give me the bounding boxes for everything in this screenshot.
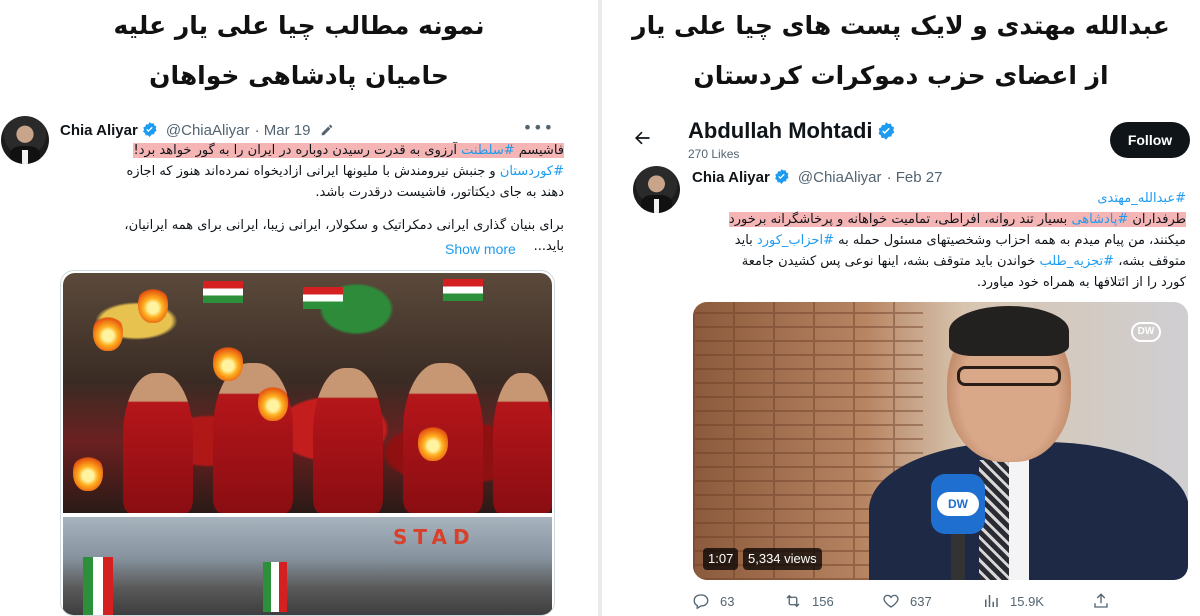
show-more-link[interactable]: Show more <box>445 241 516 257</box>
tweet-body: #عبدالله_مهتدی طرفداران #پادشاهی بسیار ت… <box>686 188 1186 293</box>
avatar[interactable] <box>633 166 680 213</box>
tweet-line-3: میکنند، من پیام میدم به همه احزاب وشخصیت… <box>686 230 1186 251</box>
highlighted-sentence: طرفداران #پادشاهی بسیار تند روانه، افراط… <box>728 212 1186 227</box>
tweet-line-3: دهند به جای دیکتاتور، فاشیست درقدرت باشد… <box>315 185 564 200</box>
left-tweet: Chia Aliyar @ChiaAliyar · Mar 19 ••• فاش… <box>0 110 598 616</box>
verified-badge-icon <box>142 122 157 137</box>
right-headline-line-2: از اعضای حزب دموکرات کردستان <box>693 61 1109 90</box>
hashtag-link[interactable]: #سلطنت <box>461 143 514 158</box>
reply-count: 63 <box>720 594 735 609</box>
retweet-icon <box>786 594 800 608</box>
hashtag-link[interactable]: #پادشاهی <box>1071 212 1128 227</box>
flag-shape <box>83 557 113 615</box>
share-action[interactable] <box>1092 592 1120 610</box>
tweet-line-1: فاشیسم #سلطنت آرزوی به قدرت رسیدن دوباره… <box>56 140 564 161</box>
tweet-text: باید <box>734 233 757 248</box>
tweet-line-4: برای بنیان گذاری ایرانی دمکراتیک و سکولا… <box>124 218 564 233</box>
hashtag-link[interactable]: #عبدالله_مهتدی <box>1097 191 1186 206</box>
torch-fire <box>73 453 103 491</box>
tweet-date[interactable]: · Feb 27 <box>887 169 943 186</box>
hashtag-link[interactable]: #تجزیه_طلب <box>1039 254 1114 269</box>
video-duration: 1:07 <box>703 548 739 570</box>
tweet-line-2: #کوردستان و جنبش نیرومندش با ملیونها ایر… <box>56 161 565 182</box>
share-icon <box>1094 593 1108 608</box>
tweet-text: طرفداران <box>1128 212 1186 227</box>
protest-photo[interactable] <box>63 273 552 513</box>
profile-name: Abdullah Mohtadi <box>688 118 899 144</box>
person-shape <box>313 368 383 513</box>
reply-icon <box>693 594 709 610</box>
left-headline-line-1: نمونه مطالب چیا علی یار علیه <box>113 11 485 40</box>
microphone-handle <box>951 532 965 580</box>
heart-icon <box>883 594 899 608</box>
tweet-text: میکنند، من پیام میدم به همه احزاب وشخصیت… <box>833 233 1186 248</box>
reply-action[interactable]: 63 <box>692 592 734 610</box>
left-headline-line-2: حامیان پادشاهی خواهان <box>149 61 449 90</box>
retweet-count: 156 <box>812 594 834 609</box>
retweet-action[interactable]: 156 <box>784 592 834 610</box>
flag-shape <box>303 287 343 309</box>
stadium-photo[interactable]: STAD <box>63 517 552 615</box>
tweet-action-bar: 63 156 637 15.9K <box>692 592 1188 616</box>
torch-fire <box>258 383 288 421</box>
tweet-text: فاشیسم <box>514 143 564 158</box>
like-action[interactable]: 637 <box>882 592 932 610</box>
hair-shape <box>949 306 1069 356</box>
verified-badge-icon <box>878 122 894 140</box>
views-action[interactable]: 15.9K <box>982 592 1044 610</box>
tweet-header: Chia Aliyar @ChiaAliyar · Feb 27 <box>692 167 942 186</box>
torch-fire <box>213 343 243 381</box>
author-handle[interactable]: @ChiaAliyar <box>166 122 250 139</box>
tweet-text: و جنبش نیرومندش با ملیونها ایرانی ازادیخ… <box>126 164 500 179</box>
right-headline: عبدالله مهتدی و لایک پست های چیا علی یار… <box>602 0 1200 101</box>
hashtag-link[interactable]: #احزاب_کورد <box>757 233 834 248</box>
video-player[interactable]: DW DW 1:07 5,334 views <box>693 302 1188 580</box>
stadium-sign: STAD <box>393 525 476 549</box>
torch-fire <box>138 285 168 323</box>
edit-pen-icon <box>321 124 332 136</box>
tweet-body: فاشیسم #سلطنت آرزوی به قدرت رسیدن دوباره… <box>56 140 564 257</box>
verified-badge-icon <box>774 169 789 184</box>
author-name[interactable]: Chia Aliyar <box>60 122 138 139</box>
back-arrow-icon[interactable] <box>632 128 652 154</box>
glasses-shape <box>957 366 1061 386</box>
follow-button[interactable]: Follow <box>1110 122 1190 158</box>
torch-fire <box>93 313 123 351</box>
analytics-icon <box>985 595 998 607</box>
author-name[interactable]: Chia Aliyar <box>692 169 770 186</box>
profile-name-text: Abdullah Mohtadi <box>688 118 873 143</box>
flag-shape <box>203 281 243 303</box>
tweet-line-1: #عبدالله_مهتدی <box>686 188 1186 209</box>
profile-likes-count: 270 Likes <box>688 147 740 161</box>
tweet-line-2: طرفداران #پادشاهی بسیار تند روانه، افراط… <box>686 209 1186 230</box>
person-shape <box>493 373 552 513</box>
tweet-header: Chia Aliyar @ChiaAliyar · Mar 19 <box>60 120 334 139</box>
tweet-line-5: کورد را از ائتلافها به همراه خود میاورد. <box>976 275 1186 290</box>
views-count: 15.9K <box>1010 594 1044 609</box>
torch-fire <box>418 423 448 461</box>
tweet-text: آرزوی به قدرت رسیدن دوباره در ایران را ب… <box>133 143 462 158</box>
author-handle[interactable]: @ChiaAliyar <box>798 169 882 186</box>
right-headline-line-1: عبدالله مهتدی و لایک پست های چیا علی یار <box>632 11 1170 40</box>
tweet-media[interactable]: STAD <box>60 270 555 616</box>
flag-shape <box>263 562 287 612</box>
hashtag-link[interactable]: #کوردستان <box>500 164 564 179</box>
tweet-text: بسیار تند روانه، افراطی، تمامیت خواهانه … <box>728 212 1072 227</box>
tweet-date[interactable]: · Mar 19 <box>255 122 311 139</box>
suit-shape <box>869 442 1188 580</box>
avatar[interactable] <box>1 116 49 164</box>
left-headline: نمونه مطالب چیا علی یار علیه حامیان پادش… <box>0 0 598 101</box>
person-shape <box>123 373 193 513</box>
right-panel: Abdullah Mohtadi 270 Likes Follow Chia A… <box>620 110 1200 616</box>
video-views: 5,334 views <box>743 548 822 570</box>
more-dots-icon[interactable]: ••• <box>523 118 554 137</box>
microphone-logo: DW <box>937 492 979 516</box>
tweet-text: متوقف بشه، <box>1114 254 1186 269</box>
channel-logo-badge: DW <box>1131 322 1161 342</box>
tweet-line-4: متوقف بشه، #تجزیه_طلب خواندن باید متوقف … <box>686 251 1186 272</box>
flag-shape <box>443 279 483 301</box>
tweet-text: خواندن باید متوقف بشه، اینها نوعی پس کشی… <box>741 254 1040 269</box>
highlighted-sentence: فاشیسم #سلطنت آرزوی به قدرت رسیدن دوباره… <box>133 143 564 158</box>
like-count: 637 <box>910 594 932 609</box>
